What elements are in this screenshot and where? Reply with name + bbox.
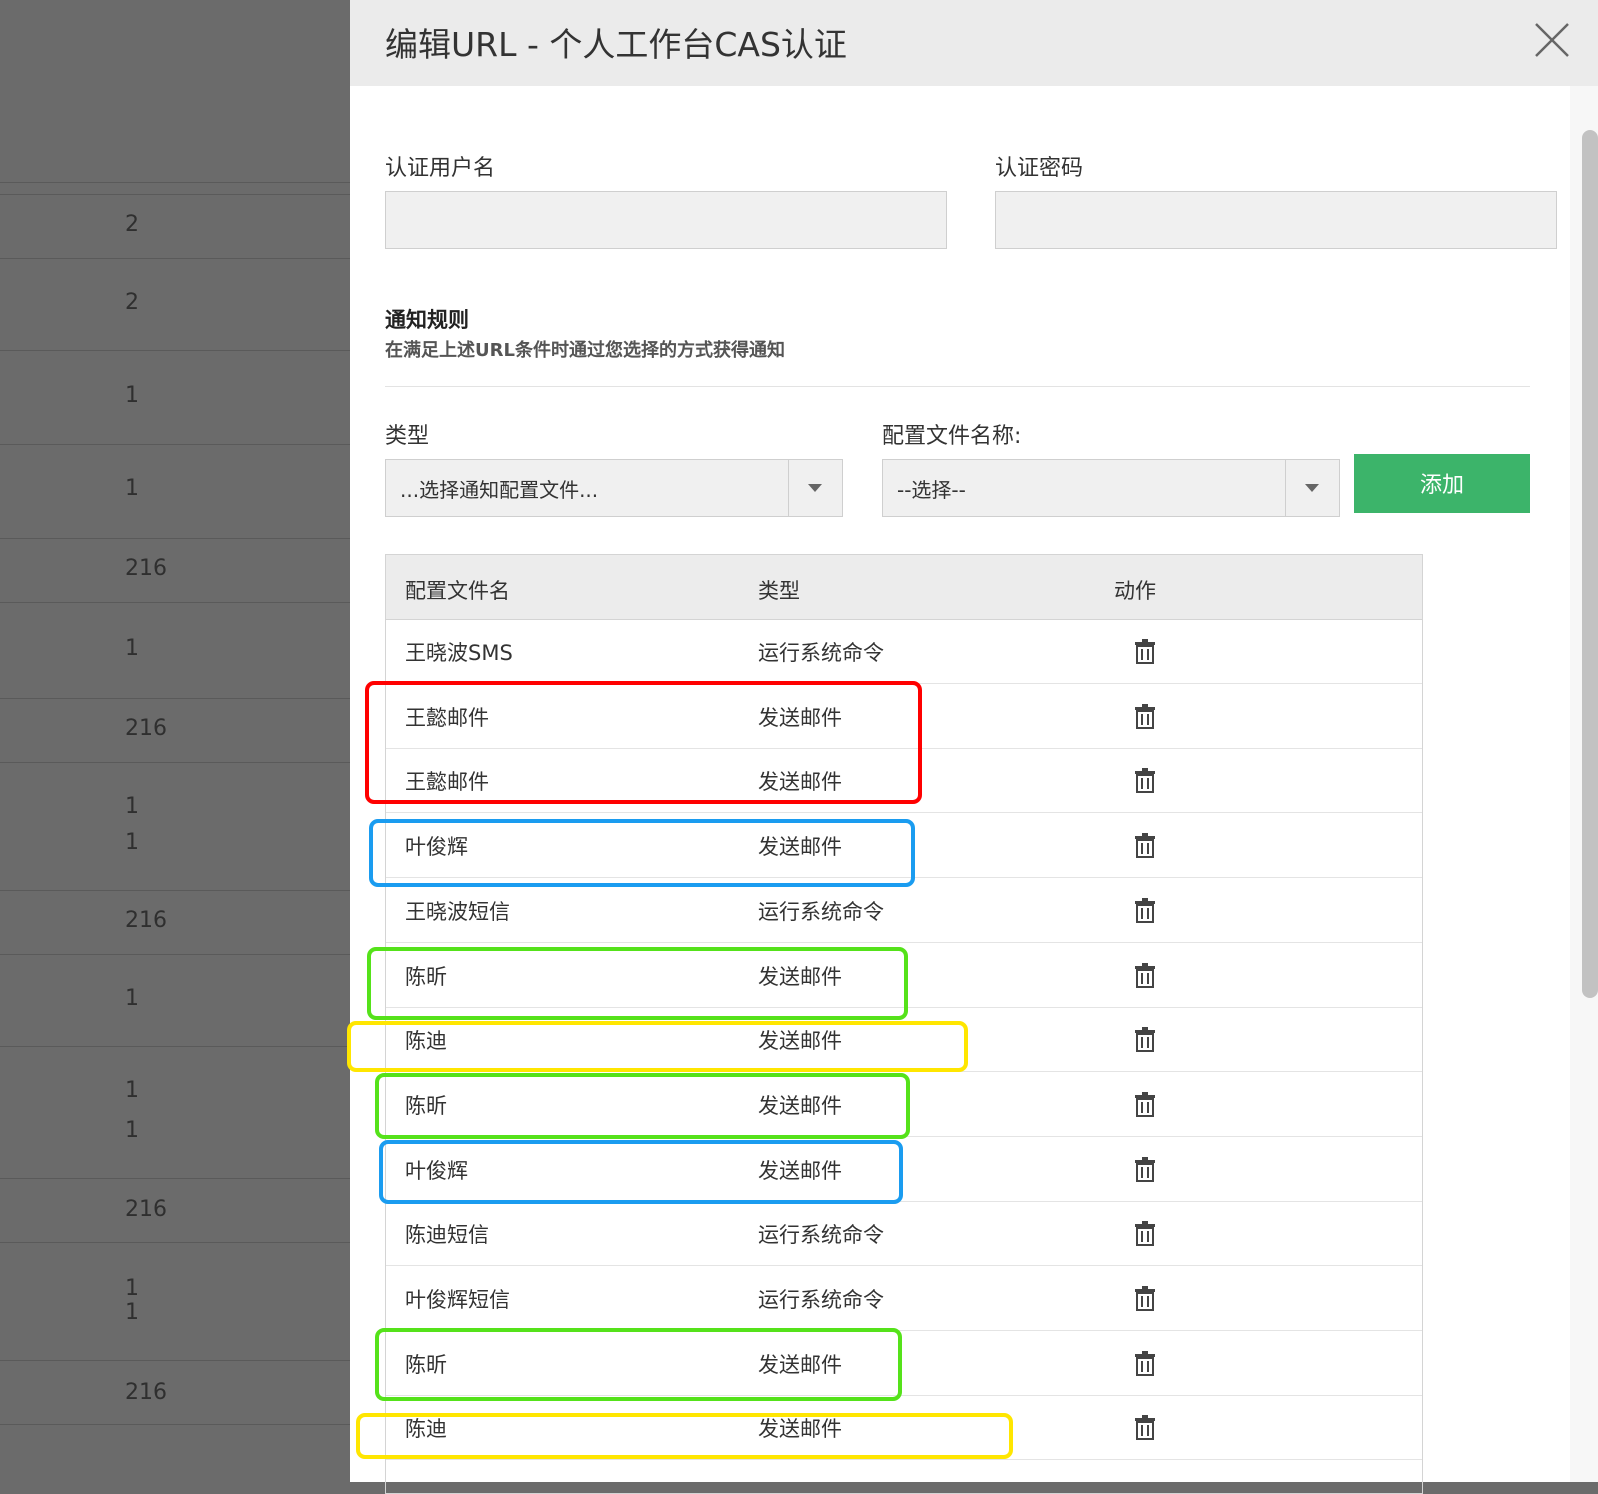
chevron-down-icon [808,484,822,492]
select-separator [1285,460,1286,516]
close-icon[interactable] [1532,20,1572,60]
bg-value: 216 [125,1380,167,1405]
profile-select-value: --选择-- [897,478,966,502]
notify-description: 在满足上述URL条件时通过您选择的方式获得通知 [385,340,785,361]
table-row: 王晓波SMS 运行系统命令 [386,619,1422,684]
bg-value: 2 [125,290,139,315]
trash-icon[interactable] [1134,638,1156,664]
table-row: 陈迪短信 运行系统命令 [386,1201,1422,1267]
type-label: 类型 [385,424,430,449]
bg-divider [0,538,350,539]
password-label: 认证密码 [995,156,1084,181]
bg-divider [0,1242,350,1243]
bg-value: 1 [125,476,139,501]
trash-icon[interactable] [1134,1285,1156,1311]
profile-name-cell: 王晓波短信 [405,899,510,924]
trash-icon[interactable] [1134,1156,1156,1182]
profile-type-cell: 运行系统命令 [758,1288,884,1312]
profile-select[interactable]: --选择-- [882,459,1340,517]
bg-divider [0,194,350,195]
bg-divider [0,1360,350,1361]
column-header-name: 配置文件名 [405,579,510,603]
profile-name-cell: 叶俊辉短信 [405,1288,510,1312]
bg-value: 1 [125,1118,139,1143]
column-header-action: 动作 [1114,579,1156,603]
bg-divider [0,1046,350,1047]
highlight-box-blue [369,819,915,887]
modal-title: 编辑URL - 个人工作台CAS认证 [385,25,847,64]
background-page: 2 2 1 1 216 1 216 1 1 216 1 1 1 216 1 1 … [0,0,350,1482]
notify-title: 通知规则 [385,308,469,332]
profile-type-cell: 运行系统命令 [758,641,884,665]
table-row: 叶俊辉短信 运行系统命令 [386,1266,1422,1331]
highlight-box-red [365,681,922,804]
username-label: 认证用户名 [385,156,496,181]
password-input[interactable] [995,191,1557,249]
bg-value: 1 [125,1078,139,1103]
bg-value: 216 [125,908,167,933]
bg-value: 1 [125,830,139,855]
bg-divider [0,350,350,351]
trash-icon[interactable] [1134,897,1156,923]
trash-icon[interactable] [1134,767,1156,794]
bg-value: 216 [125,716,167,741]
bg-divider [0,602,350,603]
bg-divider [0,762,350,763]
chevron-down-icon [1305,484,1319,492]
trash-icon[interactable] [1134,1350,1156,1376]
bg-value: 1 [125,794,139,819]
scrollbar-thumb[interactable] [1582,130,1598,998]
bg-divider [0,890,350,891]
bg-value: 1 [125,1300,139,1325]
trash-icon[interactable] [1134,1414,1156,1441]
bg-value: 1 [125,383,139,408]
column-header-type: 类型 [758,579,800,603]
bg-divider [0,182,350,183]
profile-label: 配置文件名称: [882,424,1022,449]
trash-icon[interactable] [1134,1220,1156,1247]
bg-divider [0,1178,350,1179]
bg-value: 216 [125,1197,167,1222]
add-button[interactable]: 添加 [1354,454,1530,513]
highlight-box-blue [379,1140,903,1204]
highlight-box-yellow [356,1413,1013,1459]
bg-value: 1 [125,1276,139,1301]
highlight-box-green [367,947,908,1020]
select-separator [788,460,789,516]
trash-icon[interactable] [1134,832,1156,859]
edit-url-modal: 编辑URL - 个人工作台CAS认证 认证用户名 认证密码 通知规则 在满足上述… [347,0,1598,1494]
bg-divider [0,954,350,955]
username-input[interactable] [385,191,947,249]
trash-icon[interactable] [1134,703,1156,729]
bg-value: 216 [125,556,167,581]
trash-icon[interactable] [1134,962,1156,988]
bg-divider [0,1424,350,1425]
type-select-value: ...选择通知配置文件... [400,478,599,502]
trash-icon[interactable] [1134,1026,1156,1053]
table-row: 王晓波短信 运行系统命令 [386,878,1422,943]
bg-value: 1 [125,636,139,661]
bg-value: 2 [125,212,139,237]
highlight-box-green [375,1073,910,1139]
modal-header: 编辑URL - 个人工作台CAS认证 [350,0,1598,86]
profile-type-cell: 运行系统命令 [758,1223,884,1248]
bg-divider [0,444,350,445]
divider [385,386,1530,387]
type-select[interactable]: ...选择通知配置文件... [385,459,843,517]
bg-divider [0,258,350,259]
table-header: 配置文件名 类型 动作 [386,555,1422,620]
trash-icon[interactable] [1134,1091,1156,1117]
highlight-box-yellow [347,1021,968,1072]
bg-divider [0,698,350,699]
profile-name-cell: 王晓波SMS [405,641,513,665]
bg-value: 1 [125,986,139,1011]
highlight-box-green [375,1328,902,1401]
profile-name-cell: 陈迪短信 [405,1223,489,1248]
profile-type-cell: 运行系统命令 [758,899,884,924]
